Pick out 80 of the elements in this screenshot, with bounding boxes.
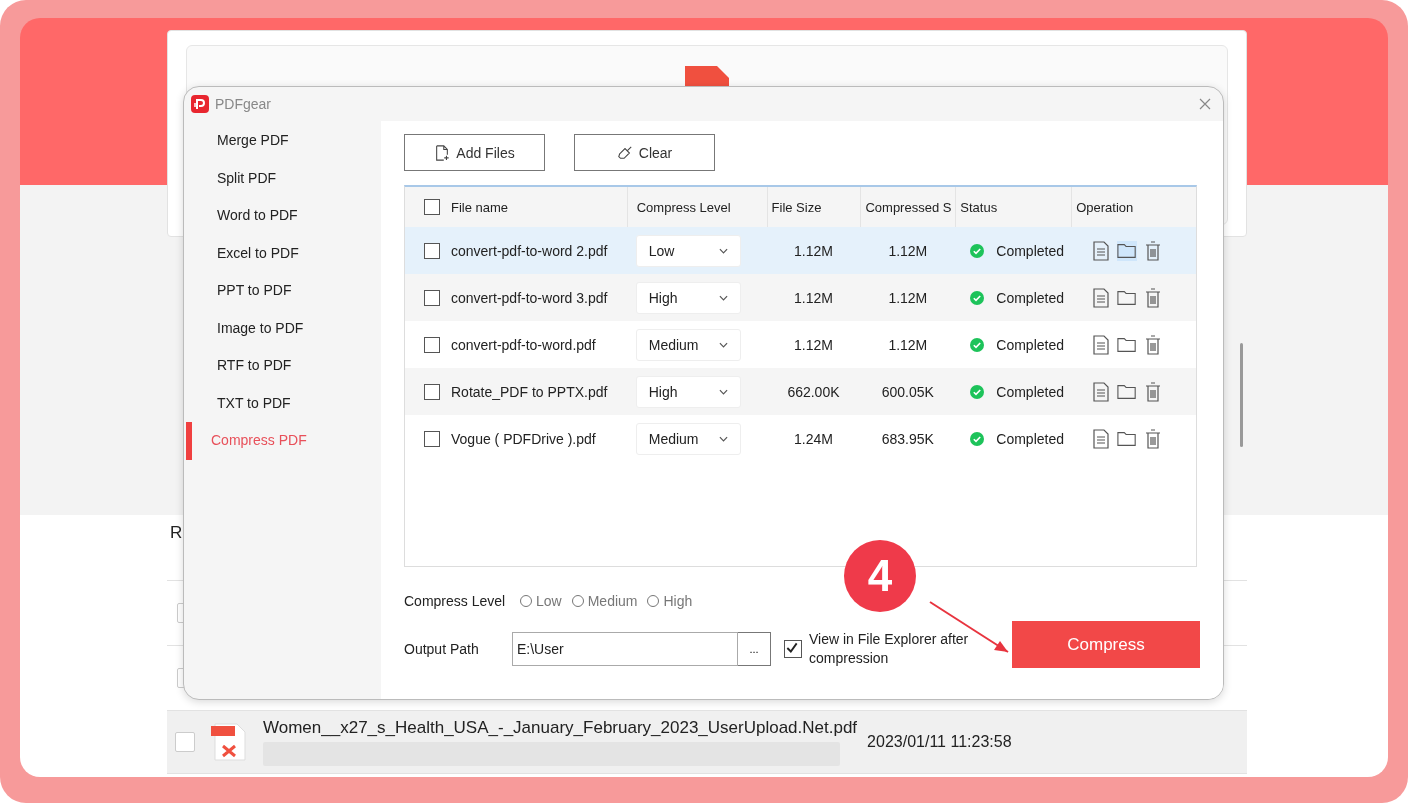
sidebar-item[interactable]: Image to PDF (186, 309, 381, 347)
sidebar-item[interactable]: TXT to PDF (186, 384, 381, 422)
column-header: File name (451, 199, 509, 215)
checkbox[interactable] (424, 289, 440, 306)
chevron-down-icon (718, 435, 728, 442)
level-dropdown[interactable]: High (635, 375, 741, 408)
table-cell-text: 662.00K (786, 382, 841, 402)
table-cell-text: 1.12M (887, 335, 929, 355)
checkbox[interactable] (424, 242, 440, 259)
status-text: Completed (996, 430, 1064, 447)
table-cell-text: 1.12M (793, 335, 834, 355)
table-row[interactable]: convert-pdf-to-word 3.pdf High 1.12M 1.12M Completed (405, 274, 1196, 321)
folder-icon[interactable] (1117, 240, 1138, 261)
level-dropdown[interactable]: Low (635, 234, 741, 267)
file-name: Rotate_PDF to PPTX.pdf (451, 383, 608, 400)
file-name: convert-pdf-to-word 2.pdf (451, 242, 608, 259)
broom-icon (616, 144, 633, 161)
checkbox[interactable] (424, 336, 440, 353)
table-row[interactable]: Rotate_PDF to PPTX.pdf High 662.00K 600.05K Completed (405, 368, 1196, 415)
status-text: Completed (996, 242, 1064, 259)
sidebar-item[interactable]: RTF to PDF (186, 347, 381, 385)
status-text: Completed (996, 336, 1064, 353)
chevron-down-icon (718, 247, 728, 254)
document-icon[interactable] (1091, 334, 1112, 355)
file-name: Women__x27_s_Health_USA_-_January_February_2023_UserUpload.Net.pdf (263, 718, 858, 738)
checkbox[interactable] (784, 640, 802, 658)
table-cell-text: 600.05K (880, 382, 935, 402)
output-path-label: Output Path (404, 641, 480, 657)
status-text: Completed (996, 383, 1064, 400)
table-cell-text: 1.12M (887, 288, 929, 308)
app-logo-icon (191, 95, 209, 113)
date-text: 2023/01/11 11:23:58 (867, 733, 1012, 751)
checkbox[interactable] (424, 383, 440, 400)
check-circle-icon (970, 243, 985, 258)
table-cell-text: 683.95K (880, 429, 935, 449)
file-name: convert-pdf-to-word.pdf (451, 336, 596, 353)
file-add-icon (434, 144, 451, 161)
output-path-field[interactable]: E:\User (512, 632, 738, 666)
compress-button[interactable]: Compress (1012, 621, 1200, 668)
document-icon[interactable] (1091, 240, 1112, 261)
sidebar-item[interactable]: Split PDF (186, 159, 381, 197)
sidebar-item[interactable]: PPT to PDF (186, 272, 381, 310)
checkbox[interactable] (424, 430, 440, 447)
check-circle-icon (970, 431, 985, 446)
table-row[interactable]: convert-pdf-to-word 2.pdf Low 1.12M 1.12M Completed (405, 227, 1196, 274)
chevron-down-icon (718, 388, 728, 395)
pdf-error-icon (211, 722, 247, 762)
radio-option[interactable]: Low (520, 593, 562, 609)
table-cell-text: 1.24M (793, 429, 834, 449)
file-name: Vogue ( PDFDrive ).pdf (451, 430, 596, 447)
scrollbar[interactable] (1240, 343, 1243, 447)
sidebar-item[interactable]: Excel to PDF (186, 234, 381, 272)
level-dropdown[interactable]: Medium (635, 328, 741, 361)
sidebar-item[interactable]: Merge PDF (186, 122, 381, 160)
document-icon[interactable] (1091, 428, 1112, 449)
chevron-down-icon (718, 341, 728, 348)
table-cell-text: 1.12M (887, 241, 929, 261)
table-cell-text: 1.12M (793, 241, 834, 261)
check-circle-icon (970, 384, 985, 399)
document-icon[interactable] (1091, 381, 1112, 402)
close-icon[interactable] (1199, 98, 1211, 110)
chevron-down-icon (718, 294, 728, 301)
window-title: PDFgear (215, 96, 272, 112)
level-dropdown[interactable]: Medium (635, 422, 741, 455)
clear-button[interactable]: Clear (574, 134, 715, 171)
radio-option[interactable]: Medium (571, 593, 638, 609)
status-text: Completed (996, 289, 1064, 306)
table-cell-text: 1.12M (793, 288, 834, 308)
file-name: convert-pdf-to-word 3.pdf (451, 289, 608, 306)
compress-level-label: Compress Level (404, 593, 507, 609)
level-dropdown[interactable]: High (635, 281, 741, 314)
radio-option[interactable]: High (647, 593, 693, 609)
check-circle-icon (970, 337, 985, 352)
browse-button[interactable]: ... (738, 632, 771, 666)
document-icon[interactable] (1091, 287, 1112, 308)
sidebar-item[interactable]: Word to PDF (186, 197, 381, 235)
check-circle-icon (970, 290, 985, 305)
checkbox[interactable] (424, 199, 440, 215)
add-files-button[interactable]: Add Files (404, 134, 545, 171)
checkbox-label: View in File Explorer after compression (809, 630, 970, 668)
